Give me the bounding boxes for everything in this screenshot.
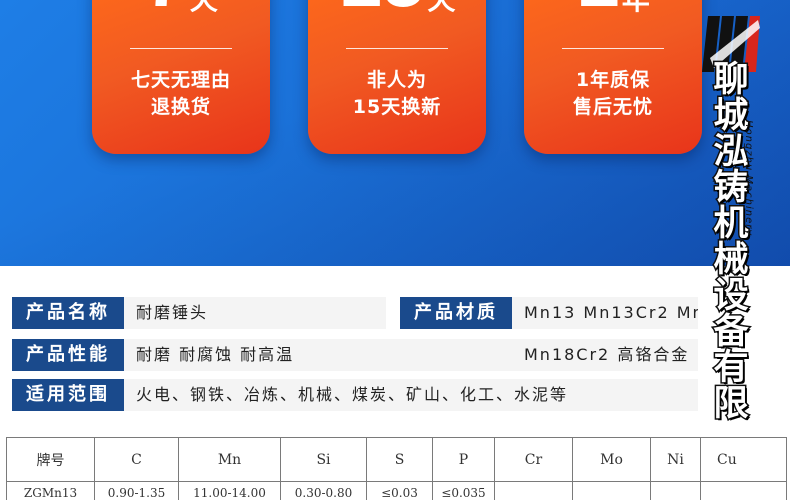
card-title: 七天无理由 bbox=[130, 69, 231, 91]
table-header: S bbox=[366, 437, 433, 482]
material-value-line1: Mn13 Mn13Cr2 Mn bbox=[512, 297, 698, 329]
card-divider bbox=[346, 48, 448, 49]
table-cell: 11.00-14.00 bbox=[178, 481, 281, 500]
table-header: C bbox=[94, 437, 179, 482]
table-cell: ≤0.035 bbox=[432, 481, 495, 500]
performance-label: 产品性能 bbox=[12, 339, 124, 371]
table-header: Cr bbox=[494, 437, 573, 482]
product-name-value: 耐磨锤头 bbox=[124, 297, 386, 329]
card-divider bbox=[130, 48, 232, 49]
table-cell: ≤0.03 bbox=[366, 481, 433, 500]
card-subtitle: 售后无忧 bbox=[572, 96, 653, 118]
card-subtitle: 15天换新 bbox=[352, 96, 442, 118]
table-row: ZGMn13 0.90-1.35 11.00-14.00 0.30-0.80 ≤… bbox=[6, 481, 787, 500]
card-number: 15 bbox=[339, 0, 426, 18]
card-unit: 天 bbox=[190, 0, 218, 18]
table-header: P bbox=[432, 437, 495, 482]
composition-table: 牌号 C Mn Si S P Cr Mo Ni Cu ZGMn13 0.90-1… bbox=[6, 437, 787, 500]
table-header: 牌号 bbox=[6, 437, 95, 482]
card-title: 非人为 bbox=[366, 69, 427, 91]
card-subtitle: 退换货 bbox=[150, 96, 211, 118]
card-number: 7 bbox=[144, 0, 187, 18]
table-cell bbox=[572, 481, 651, 500]
table-header: Si bbox=[280, 437, 367, 482]
product-name-label: 产品名称 bbox=[12, 297, 124, 329]
table-header: Mo bbox=[572, 437, 651, 482]
guarantee-card-1-year: 1年 1年质保 售后无忧 bbox=[524, 0, 702, 154]
guarantee-card-7-days: 7天 七天无理由 退换货 bbox=[92, 0, 270, 154]
table-header: Ni bbox=[650, 437, 701, 482]
material-label: 产品材质 bbox=[400, 297, 512, 329]
usage-label: 适用范围 bbox=[12, 379, 124, 411]
table-header-row: 牌号 C Mn Si S P Cr Mo Ni Cu bbox=[6, 437, 787, 482]
card-title: 1年质保 bbox=[575, 69, 651, 91]
table-cell: 0.90-1.35 bbox=[94, 481, 179, 500]
table-cell bbox=[494, 481, 573, 500]
table-header: Mn bbox=[178, 437, 281, 482]
card-number: 1 bbox=[576, 0, 619, 18]
table-cell: 0.30-0.80 bbox=[280, 481, 367, 500]
table-cell bbox=[650, 481, 701, 500]
card-unit: 天 bbox=[427, 0, 455, 18]
table-cell: ZGMn13 bbox=[6, 481, 95, 500]
card-unit: 年 bbox=[622, 0, 650, 18]
table-header: Cu bbox=[700, 437, 787, 482]
material-value-line2: Mn18Cr2 高铬合金 bbox=[524, 345, 690, 364]
card-divider bbox=[562, 48, 664, 49]
table-cell bbox=[700, 481, 787, 500]
guarantee-banner: 7天 七天无理由 退换货 15天 非人为 15天换新 1年 1年质保 售后无忧 bbox=[0, 0, 790, 266]
guarantee-card-15-days: 15天 非人为 15天换新 bbox=[308, 0, 486, 154]
usage-value: 火电、钢铁、冶炼、机械、煤炭、矿山、化工、水泥等 bbox=[124, 379, 698, 411]
